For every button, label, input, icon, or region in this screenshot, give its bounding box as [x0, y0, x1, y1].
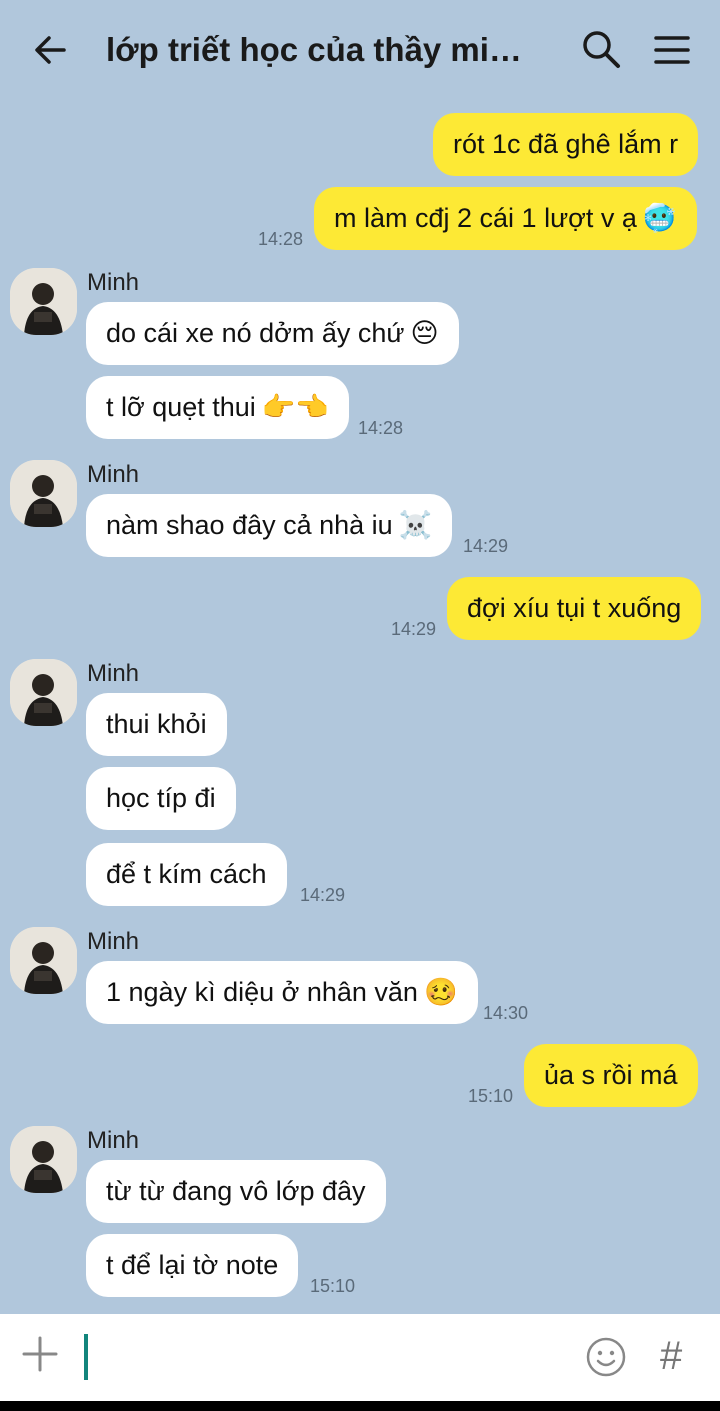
smiley-icon: [586, 1337, 626, 1377]
plus-icon: [22, 1336, 58, 1372]
message-timestamp: 14:29: [463, 536, 509, 556]
avatar-photo-icon: [10, 1126, 77, 1193]
search-icon: [583, 31, 620, 68]
pensive-face-emoji-icon: 😔: [410, 318, 439, 348]
message-timestamp: 14:30: [483, 1003, 529, 1023]
message-bubble-incoming[interactable]: nàm shao đây cả nhà iu ☠️: [86, 494, 453, 557]
back-button[interactable]: [30, 30, 70, 70]
avatar-photo-icon: [10, 268, 77, 335]
search-button[interactable]: [580, 28, 622, 70]
message-timestamp: 14:29: [391, 619, 437, 639]
arrow-left-icon: [35, 36, 66, 64]
message-timestamp: 14:28: [358, 418, 404, 438]
message-bubble-incoming[interactable]: 1 ngày kì diệu ở nhân văn 🥴: [86, 961, 478, 1024]
message-bubble-incoming[interactable]: học típ đi: [86, 767, 236, 830]
message-text: t lỡ quẹt thui: [106, 392, 256, 422]
woozy-face-emoji-icon: 🥴: [423, 977, 458, 1007]
sender-name: Minh: [87, 928, 140, 955]
avatar[interactable]: [10, 927, 77, 994]
add-attachment-button[interactable]: [20, 1334, 60, 1374]
hamburger-menu-icon: [654, 36, 690, 64]
message-bubble-outgoing[interactable]: m làm cđj 2 cái 1 lượt v ạ 🥶: [314, 187, 697, 250]
message-text: rót 1c đã ghê lắm r: [453, 129, 679, 159]
avatar[interactable]: [10, 460, 77, 527]
message-text: do cái xe nó dởm ấy chứ: [106, 318, 405, 348]
message-text: ủa s rồi má: [544, 1060, 678, 1090]
avatar[interactable]: [10, 659, 77, 726]
system-nav-strip: [0, 1401, 720, 1411]
avatar-photo-icon: [10, 927, 77, 994]
message-bubble-outgoing[interactable]: đợi xíu tụi t xuống: [447, 577, 702, 640]
sender-name: Minh: [87, 269, 140, 296]
message-bubble-incoming[interactable]: từ từ đang vô lớp đây: [86, 1160, 386, 1223]
message-text: 1 ngày kì diệu ở nhân văn: [106, 977, 418, 1007]
sender-name: Minh: [87, 461, 140, 488]
message-timestamp: 15:10: [310, 1276, 356, 1296]
avatar-photo-icon: [10, 460, 77, 527]
message-bubble-outgoing[interactable]: rót 1c đã ghê lắm r: [433, 113, 699, 176]
sender-name: Minh: [87, 1127, 140, 1154]
sender-name: Minh: [87, 660, 140, 687]
message-text: nàm shao đây cả nhà iu: [106, 510, 393, 540]
avatar[interactable]: [10, 268, 77, 335]
message-input[interactable]: [84, 1334, 88, 1380]
message-timestamp: 14:28: [258, 229, 304, 249]
chat-header: lớp triết học của thầy min...: [0, 0, 720, 100]
message-text: từ từ đang vô lớp đây: [106, 1176, 366, 1206]
hashtag-button[interactable]: #: [660, 1332, 694, 1380]
avatar-photo-icon: [10, 659, 77, 726]
message-text: t để lại tờ note: [106, 1250, 279, 1280]
avatar[interactable]: [10, 1126, 77, 1193]
emoji-button[interactable]: [585, 1336, 627, 1378]
message-text: để t kím cách: [106, 859, 267, 889]
message-bubble-outgoing[interactable]: ủa s rồi má: [524, 1044, 698, 1107]
message-text: đợi xíu tụi t xuống: [467, 593, 682, 623]
message-bubble-incoming[interactable]: thui khỏi: [86, 693, 227, 756]
pointing-fingers-emoji-icon: 👉👈: [261, 392, 330, 422]
menu-button[interactable]: [652, 30, 692, 70]
message-timestamp: 15:10: [468, 1086, 514, 1106]
message-text: m làm cđj 2 cái 1 lượt v ạ: [334, 203, 637, 233]
message-bubble-incoming[interactable]: t lỡ quẹt thui 👉👈: [86, 376, 350, 439]
message-bubble-incoming[interactable]: để t kím cách: [86, 843, 287, 906]
skull-crossbones-emoji-icon: ☠️: [398, 510, 433, 540]
message-text: thui khỏi: [106, 709, 207, 739]
message-input-bar: #: [0, 1314, 720, 1401]
chat-title: lớp triết học của thầy min...: [106, 31, 536, 68]
message-text: học típ đi: [106, 783, 216, 813]
cold-face-emoji-icon: 🥶: [642, 203, 677, 233]
message-bubble-incoming[interactable]: do cái xe nó dởm ấy chứ 😔: [86, 302, 459, 365]
message-timestamp: 14:29: [300, 885, 346, 905]
message-bubble-incoming[interactable]: t để lại tờ note: [86, 1234, 299, 1297]
